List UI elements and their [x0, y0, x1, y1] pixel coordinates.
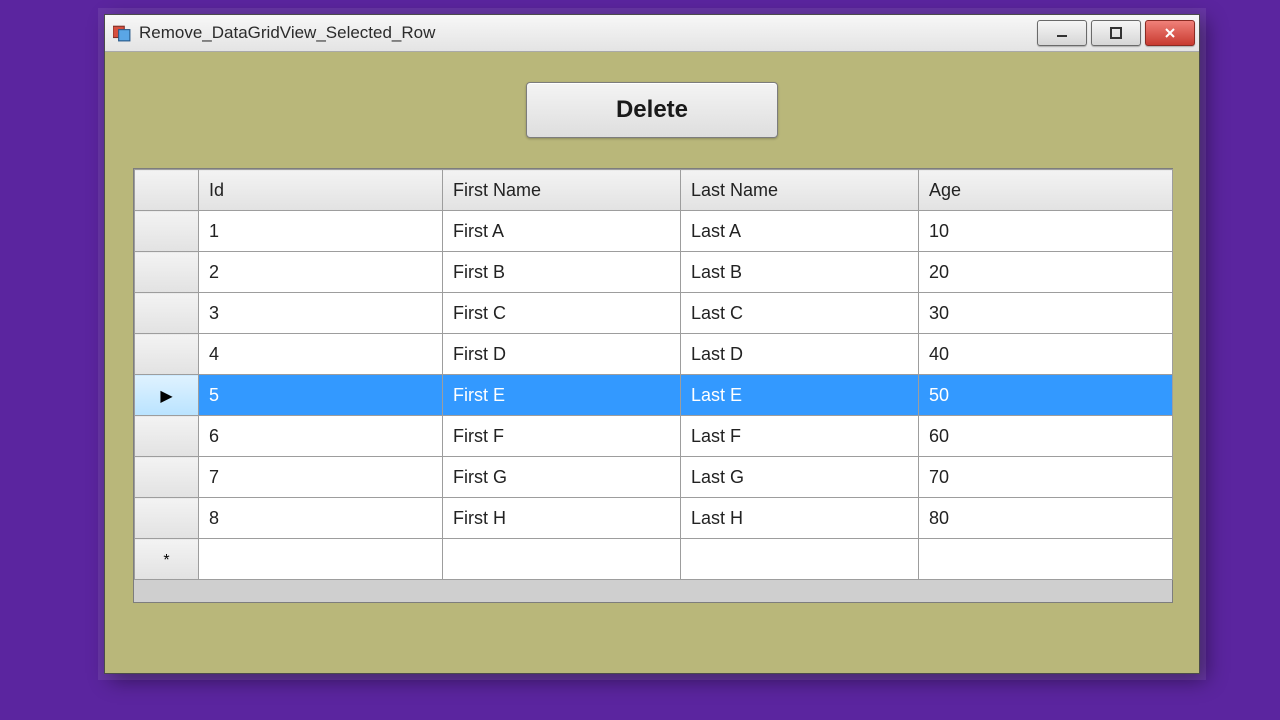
cell[interactable]: Last C [681, 293, 919, 334]
app-icon [113, 24, 131, 42]
datagridview[interactable]: Id First Name Last Name Age 1First ALast… [133, 168, 1173, 603]
table-row[interactable]: 1First ALast A10 [135, 211, 1173, 252]
maximize-button[interactable] [1091, 20, 1141, 46]
cell[interactable]: 70 [919, 457, 1173, 498]
column-header-firstname[interactable]: First Name [443, 170, 681, 211]
row-header[interactable] [135, 457, 199, 498]
row-header[interactable] [135, 252, 199, 293]
cell[interactable]: First B [443, 252, 681, 293]
new-row-indicator-icon: * [163, 552, 169, 569]
table-row[interactable]: 4First DLast D40 [135, 334, 1173, 375]
cell[interactable]: Last A [681, 211, 919, 252]
cell[interactable]: First A [443, 211, 681, 252]
window-controls [1037, 20, 1195, 46]
table-row[interactable]: 8First HLast H80 [135, 498, 1173, 539]
close-button[interactable] [1145, 20, 1195, 46]
table-row[interactable]: 7First GLast G70 [135, 457, 1173, 498]
cell[interactable] [199, 539, 443, 580]
cell[interactable]: 6 [199, 416, 443, 457]
row-header[interactable] [135, 498, 199, 539]
table-row[interactable]: 6First FLast F60 [135, 416, 1173, 457]
cell[interactable]: Last E [681, 375, 919, 416]
row-header[interactable]: * [135, 539, 199, 580]
cell[interactable]: Last H [681, 498, 919, 539]
column-header-row[interactable]: Id First Name Last Name Age [135, 170, 1173, 211]
cell[interactable]: 8 [199, 498, 443, 539]
cell[interactable]: First G [443, 457, 681, 498]
table-row[interactable]: ▶ 5First ELast E50 [135, 375, 1173, 416]
cell[interactable]: Last D [681, 334, 919, 375]
cell[interactable] [443, 539, 681, 580]
cell[interactable]: First H [443, 498, 681, 539]
cell[interactable]: 3 [199, 293, 443, 334]
cell[interactable]: 50 [919, 375, 1173, 416]
cell[interactable]: First F [443, 416, 681, 457]
cell[interactable]: First D [443, 334, 681, 375]
cell[interactable]: Last F [681, 416, 919, 457]
table-row[interactable]: 2First BLast B20 [135, 252, 1173, 293]
cell[interactable]: 7 [199, 457, 443, 498]
cell[interactable]: 60 [919, 416, 1173, 457]
new-row[interactable]: * [135, 539, 1173, 580]
row-header[interactable] [135, 211, 199, 252]
cell[interactable] [681, 539, 919, 580]
cell[interactable]: 5 [199, 375, 443, 416]
cell[interactable]: 20 [919, 252, 1173, 293]
cell[interactable]: 4 [199, 334, 443, 375]
cell[interactable]: Last G [681, 457, 919, 498]
column-header-id[interactable]: Id [199, 170, 443, 211]
column-header-lastname[interactable]: Last Name [681, 170, 919, 211]
cell[interactable]: Last B [681, 252, 919, 293]
cell[interactable]: 40 [919, 334, 1173, 375]
row-header[interactable]: ▶ [135, 375, 199, 416]
row-header[interactable] [135, 416, 199, 457]
table-row[interactable]: 3First CLast C30 [135, 293, 1173, 334]
title-bar[interactable]: Remove_DataGridView_Selected_Row [105, 15, 1199, 52]
row-header-corner[interactable] [135, 170, 199, 211]
cell[interactable]: 10 [919, 211, 1173, 252]
app-window: Remove_DataGridView_Selected_Row Delete [104, 14, 1200, 674]
minimize-button[interactable] [1037, 20, 1087, 46]
cell[interactable]: 2 [199, 252, 443, 293]
delete-button[interactable]: Delete [526, 82, 778, 138]
cell[interactable] [919, 539, 1173, 580]
row-header[interactable] [135, 334, 199, 375]
row-header[interactable] [135, 293, 199, 334]
cell[interactable]: 80 [919, 498, 1173, 539]
cell[interactable]: First C [443, 293, 681, 334]
cell[interactable]: 1 [199, 211, 443, 252]
current-row-indicator-icon: ▶ [160, 388, 172, 405]
cell[interactable]: 30 [919, 293, 1173, 334]
cell[interactable]: First E [443, 375, 681, 416]
window-title: Remove_DataGridView_Selected_Row [139, 23, 1037, 43]
client-area: Delete Id First Name Last Name Age 1Firs… [105, 52, 1199, 674]
column-header-age[interactable]: Age [919, 170, 1173, 211]
